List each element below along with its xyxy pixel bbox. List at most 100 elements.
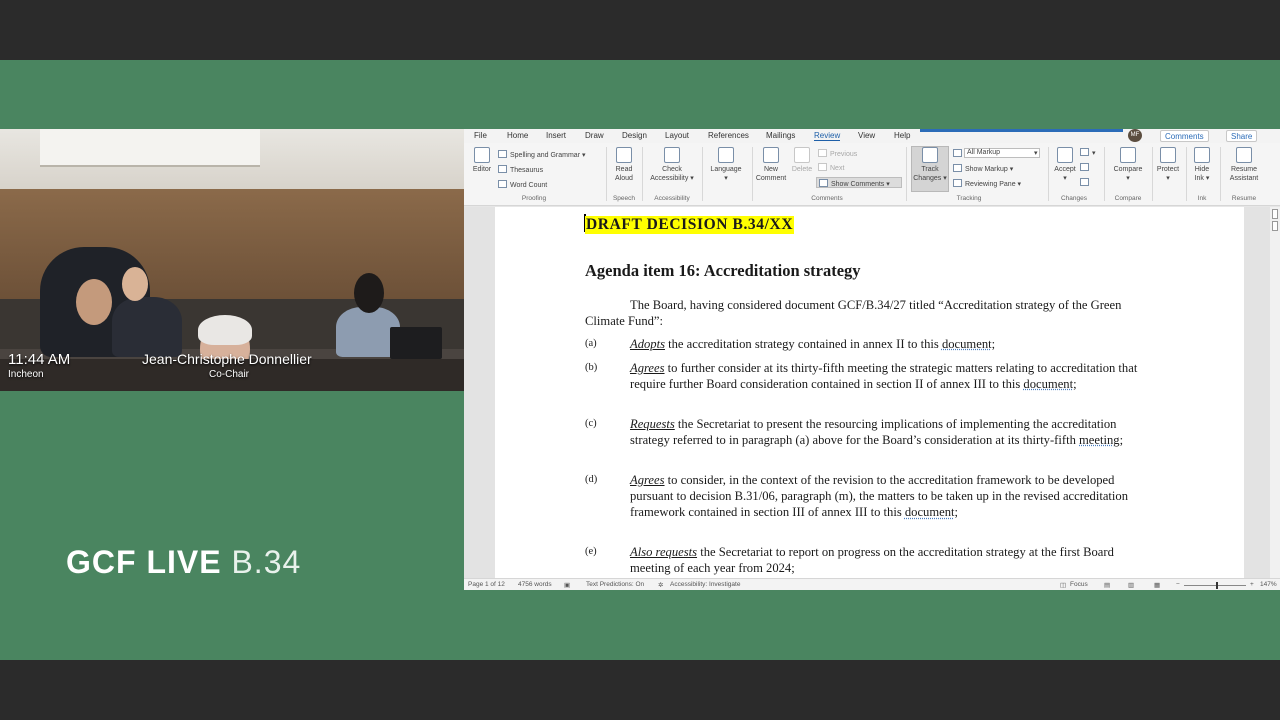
delegate-head <box>76 279 112 325</box>
zoom-slider-thumb[interactable] <box>1216 582 1218 589</box>
editor-button[interactable]: Editor <box>470 147 494 174</box>
resume-assistant-button[interactable]: Resume Assistant <box>1224 147 1264 183</box>
review-ribbon: Editor Spelling and Grammar ▾ Thesaurus … <box>464 143 1280 206</box>
menu-references[interactable]: References <box>708 131 749 140</box>
next-change-button[interactable] <box>1080 178 1092 187</box>
delete-comment-button[interactable]: Delete <box>790 147 814 174</box>
accessibility-icon: ✲ <box>658 582 664 589</box>
focus-mode-button[interactable]: Focus <box>1070 581 1088 588</box>
letterbox-top <box>0 0 1280 60</box>
share-label: Share <box>1231 132 1253 141</box>
chevron-down-icon: ▾ <box>1034 150 1038 157</box>
document-canvas[interactable]: DRAFT DECISION B.34/XX Agenda item 16: A… <box>464 207 1280 578</box>
protect-button[interactable]: Protect ▾ <box>1154 147 1182 183</box>
speaker-role: Co-Chair <box>209 369 250 380</box>
previous-change-button[interactable] <box>1080 163 1092 172</box>
menu-layout[interactable]: Layout <box>665 131 689 140</box>
read-aloud-icon <box>616 147 632 163</box>
item-verb: Agrees <box>630 473 665 487</box>
vertical-scrollbar[interactable] <box>1270 207 1280 578</box>
zoom-in-icon[interactable]: + <box>1250 581 1254 588</box>
letterbox-bottom <box>0 660 1280 720</box>
zoom-out-icon[interactable]: − <box>1176 581 1180 588</box>
user-avatar[interactable]: MF <box>1128 129 1142 142</box>
word-count[interactable]: 4756 words <box>518 581 552 588</box>
accessibility-group-label: Accessibility <box>654 195 690 202</box>
speech-group-label: Speech <box>612 195 636 202</box>
word-count-icon <box>498 180 507 188</box>
brand-name: GCF LIVE <box>66 544 222 580</box>
draft-title: DRAFT DECISION B.34/XX <box>585 216 795 234</box>
comments-group-label: Comments <box>811 195 843 202</box>
item-verb: Adopts <box>630 337 665 351</box>
zoom-slider[interactable] <box>1184 585 1246 586</box>
thesaurus-button[interactable]: Thesaurus <box>498 165 543 174</box>
new-comment-button[interactable]: New Comment <box>754 147 788 183</box>
ink-group-label: Ink <box>1197 195 1207 202</box>
share-button[interactable]: Share <box>1226 130 1258 142</box>
menu-bar: File Home Insert Draw Design Layout Refe… <box>464 129 1280 143</box>
read-aloud-button[interactable]: Read Aloud <box>610 147 638 183</box>
page-count[interactable]: Page 1 of 12 <box>468 581 505 588</box>
hide-ink-button[interactable]: Hide Ink ▾ <box>1188 147 1216 183</box>
delete-icon <box>794 147 810 163</box>
resume-group-label: Resume <box>1231 195 1257 202</box>
reject-button[interactable]: ▾ <box>1080 148 1096 157</box>
decision-item: (e) Also requests the Secretariat to rep… <box>585 545 1114 576</box>
web-layout-icon[interactable]: ▦ <box>1154 581 1160 589</box>
menu-file[interactable]: File <box>474 131 487 140</box>
language-button[interactable]: Language ▾ <box>706 147 746 183</box>
scroll-up-icon[interactable] <box>1272 209 1278 219</box>
decision-item: (d) Agrees to consider, in the context o… <box>585 473 1129 520</box>
menu-design[interactable]: Design <box>622 131 647 140</box>
comments-label: Comments <box>1165 132 1204 141</box>
delegate-head <box>122 267 148 301</box>
menu-insert[interactable]: Insert <box>546 131 566 140</box>
print-layout-icon[interactable]: ▥ <box>1128 581 1134 589</box>
read-mode-icon[interactable]: ▤ <box>1104 581 1110 589</box>
changes-group-label: Changes <box>1060 195 1088 202</box>
menu-draw[interactable]: Draw <box>585 131 604 140</box>
word-window: File Home Insert Draw Design Layout Refe… <box>464 129 1280 590</box>
decision-item: (a) Adopts the accreditation strategy co… <box>585 337 996 351</box>
item-label: (c) <box>585 418 597 429</box>
menu-mailings[interactable]: Mailings <box>766 131 795 140</box>
menu-home[interactable]: Home <box>507 131 528 140</box>
accept-icon <box>1057 147 1073 163</box>
language-icon <box>718 147 734 163</box>
thesaurus-icon <box>498 165 507 173</box>
scroll-thumb[interactable] <box>1272 221 1278 231</box>
reviewing-pane-button[interactable]: Reviewing Pane ▾ <box>953 179 1021 188</box>
compare-button[interactable]: Compare ▾ <box>1108 147 1148 183</box>
next-icon <box>818 163 827 171</box>
check-accessibility-button[interactable]: Check Accessibility ▾ <box>646 147 698 183</box>
show-markup-icon <box>953 164 962 172</box>
comments-button[interactable]: Comments <box>1160 130 1209 142</box>
markup-select-value: All Markup <box>967 149 1001 156</box>
item-label: (b) <box>585 362 598 373</box>
word-count-button[interactable]: Word Count <box>498 180 547 189</box>
speaker-hair <box>198 315 252 345</box>
track-changes-label: Track Changes ▾ <box>912 147 948 183</box>
item-label: (e) <box>585 546 597 557</box>
menu-view[interactable]: View <box>858 131 875 140</box>
time-label: 11:44 AM <box>8 351 71 368</box>
document-page[interactable]: DRAFT DECISION B.34/XX Agenda item 16: A… <box>495 207 1244 578</box>
decision-item: (c) Requests the Secretariat to present … <box>585 417 1124 448</box>
reject-icon <box>1080 148 1089 156</box>
proofing-status-icon[interactable]: ▣ <box>564 581 570 589</box>
previous-comment-button[interactable]: Previous <box>818 149 857 158</box>
menu-review[interactable]: Review <box>814 131 841 141</box>
agenda-title: Agenda item 16: Accreditation strategy <box>585 261 861 280</box>
intro-paragraph: The Board, having considered document GC… <box>585 298 1122 329</box>
location-label: Incheon <box>8 369 44 380</box>
accessibility-status[interactable]: Accessibility: Investigate <box>670 581 740 588</box>
camera-feed: 11:44 AM Incheon Jean-Christophe Donnell… <box>0 129 464 391</box>
text-predictions-status[interactable]: Text Predictions: On <box>586 581 644 588</box>
spelling-button[interactable]: Spelling and Grammar ▾ <box>498 150 586 159</box>
show-markup-button[interactable]: Show Markup ▾ <box>953 164 1013 173</box>
zoom-level[interactable]: 147% <box>1260 581 1277 588</box>
next-comment-button[interactable]: Next <box>818 163 844 172</box>
menu-help[interactable]: Help <box>894 131 910 140</box>
accept-button[interactable]: Accept ▾ <box>1050 147 1080 183</box>
